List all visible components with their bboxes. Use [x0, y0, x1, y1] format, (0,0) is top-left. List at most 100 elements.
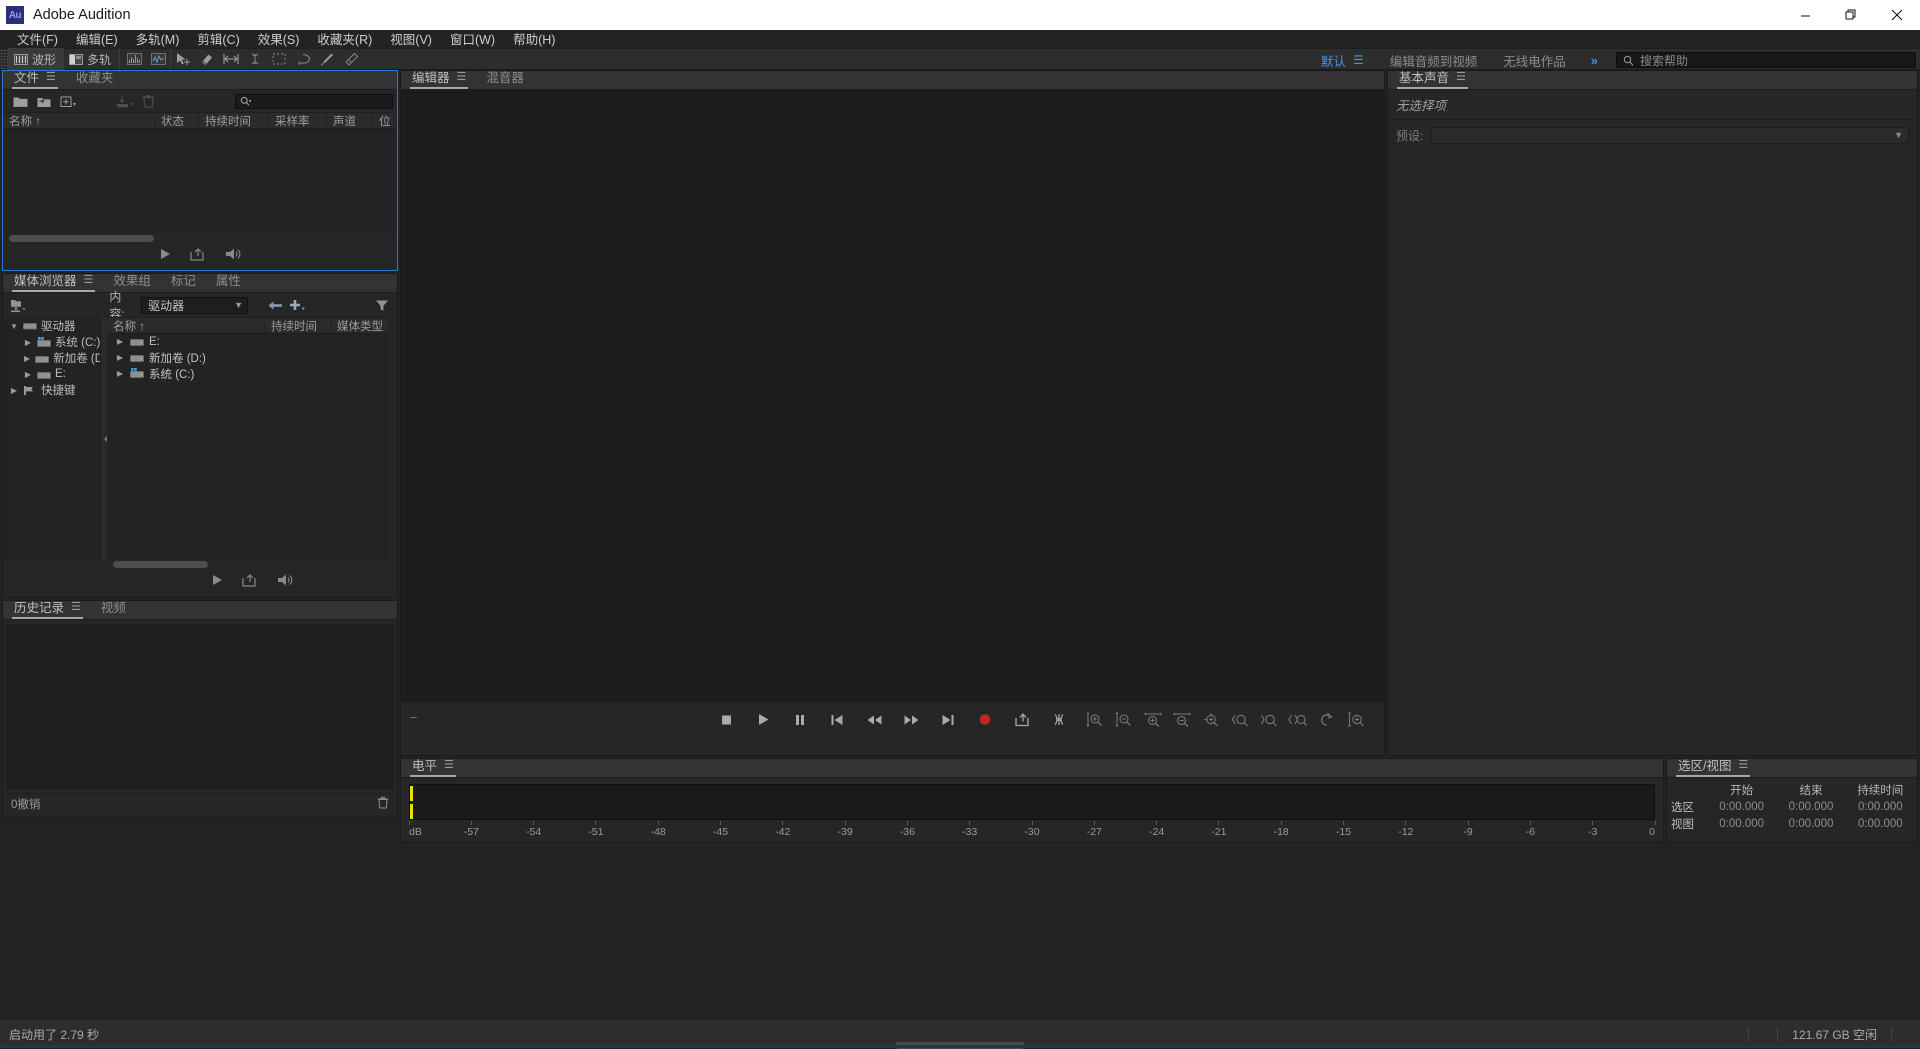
media-browser-list[interactable]: ▶E:▶新加卷 (D:)▶系统 (C:): [107, 334, 389, 560]
tree-item[interactable]: ▶系统 (C:): [3, 334, 100, 350]
zoom-in-at-in-point-icon[interactable]: [1229, 709, 1250, 730]
hamburger-icon[interactable]: ☰: [46, 70, 56, 83]
view-duration-field[interactable]: 0:00.000: [1846, 818, 1915, 830]
tab-essential-sound[interactable]: 基本声音 ☰: [1397, 67, 1468, 89]
auto-play-icon[interactable]: [223, 247, 241, 261]
zoom-in-time-icon[interactable]: [1142, 709, 1163, 730]
menu-edit[interactable]: 编辑(E): [67, 28, 127, 50]
import-file-icon[interactable]: [33, 91, 55, 111]
help-search-input[interactable]: 搜索帮助: [1616, 52, 1916, 68]
tab-markers[interactable]: 标记: [169, 270, 198, 292]
files-list[interactable]: [3, 129, 397, 234]
tree-item[interactable]: ▶快捷键: [3, 382, 100, 398]
trash-icon[interactable]: [377, 796, 389, 812]
toolbar-drag-handle[interactable]: [0, 49, 8, 69]
menu-view[interactable]: 视图(V): [381, 28, 441, 50]
chevron-right-icon[interactable]: ▶: [115, 353, 125, 362]
stop-button[interactable]: [715, 709, 737, 731]
paintbrush-selection-icon[interactable]: [315, 48, 339, 70]
skip-selection-button[interactable]: [1048, 709, 1070, 731]
time-selection-icon[interactable]: [219, 48, 243, 70]
list-item[interactable]: ▶系统 (C:): [107, 366, 389, 382]
tab-selection-view[interactable]: 选区/视图 ☰: [1676, 755, 1750, 777]
hamburger-icon[interactable]: ☰: [1456, 70, 1466, 83]
hamburger-icon[interactable]: ☰: [444, 758, 454, 771]
tab-favorites[interactable]: 收藏夹: [74, 67, 116, 89]
insert-into-multitrack-icon[interactable]: [242, 574, 256, 587]
back-arrow-icon[interactable]: [266, 295, 284, 315]
filter-icon[interactable]: [373, 295, 391, 315]
column-header-5[interactable]: 位: [373, 112, 397, 129]
lasso-selection-icon[interactable]: [291, 48, 315, 70]
add-shortcut-icon[interactable]: [288, 295, 306, 315]
hamburger-icon[interactable]: ☰: [1353, 53, 1364, 67]
clip-indicator[interactable]: [410, 786, 413, 818]
record-button[interactable]: [974, 709, 996, 731]
media-browser-tree[interactable]: ▼驱动器▶系统 (C:)▶新加卷 (D:)▶E:▶快捷键: [3, 317, 101, 560]
insert-into-multitrack-icon[interactable]: [113, 91, 135, 111]
play-button[interactable]: [752, 709, 774, 731]
spectral-pitch-icon[interactable]: [146, 48, 170, 70]
workspace-radio-production[interactable]: 无线电作品: [1490, 49, 1579, 71]
import-icon[interactable]: [9, 295, 27, 315]
chevron-double-right-icon[interactable]: »: [1579, 53, 1610, 68]
menu-effects[interactable]: 效果(S): [249, 28, 309, 50]
transport-collapse-handle[interactable]: [410, 717, 417, 718]
chevron-right-icon[interactable]: ▶: [9, 386, 19, 395]
menu-help[interactable]: 帮助(H): [504, 28, 564, 50]
auto-play-icon[interactable]: [275, 573, 293, 587]
minimize-icon[interactable]: [1782, 0, 1828, 30]
slip-tool-icon[interactable]: [195, 48, 219, 70]
tab-history[interactable]: 历史记录 ☰: [12, 597, 83, 619]
hamburger-icon[interactable]: ☰: [1738, 758, 1748, 771]
zoom-out-full-icon[interactable]: [1200, 709, 1221, 730]
loop-playback-button[interactable]: [1011, 709, 1033, 731]
tab-effects-rack[interactable]: 效果组: [111, 270, 153, 292]
marquee-selection-icon[interactable]: [267, 48, 291, 70]
chevron-right-icon[interactable]: ▶: [115, 369, 125, 378]
tab-levels[interactable]: 电平 ☰: [410, 755, 456, 777]
spectral-frequency-icon[interactable]: [122, 48, 146, 70]
zoom-to-selection-icon[interactable]: [1287, 709, 1308, 730]
tree-item[interactable]: ▶新加卷 (D:): [3, 350, 100, 366]
preset-dropdown[interactable]: ▼: [1431, 127, 1909, 144]
move-tool-icon[interactable]: [171, 48, 195, 70]
zoom-in-at-out-point-icon[interactable]: [1258, 709, 1279, 730]
column-header-3[interactable]: 采样率: [269, 112, 327, 129]
play-icon[interactable]: [160, 248, 171, 260]
menu-window[interactable]: 窗口(W): [441, 28, 504, 50]
column-header-2[interactable]: 媒体类型: [331, 317, 389, 334]
level-meter[interactable]: [409, 784, 1655, 820]
new-file-icon[interactable]: [57, 91, 79, 111]
maximize-icon[interactable]: [1828, 0, 1874, 30]
rewind-button[interactable]: [863, 709, 885, 731]
list-item[interactable]: ▶E:: [107, 334, 389, 350]
play-icon[interactable]: [212, 574, 223, 586]
workspace-default[interactable]: 默认 ☰: [1308, 49, 1377, 71]
media-browser-vertical-scrollbar[interactable]: [389, 317, 397, 560]
tab-files[interactable]: 文件 ☰: [12, 67, 58, 89]
skip-to-start-button[interactable]: [826, 709, 848, 731]
column-header-0[interactable]: 名称 ↑: [107, 317, 265, 334]
media-browser-column-headers[interactable]: 名称 ↑持续时间媒体类型: [107, 317, 389, 334]
chevron-right-icon[interactable]: ▶: [23, 370, 33, 379]
menu-multitrack[interactable]: 多轨(M): [127, 28, 189, 50]
zoom-out-amplitude-icon[interactable]: [1113, 709, 1134, 730]
editor-canvas[interactable]: [401, 90, 1384, 702]
tab-properties[interactable]: 属性: [214, 270, 243, 292]
hamburger-icon[interactable]: ☰: [84, 273, 94, 286]
razor-tool-icon[interactable]: [243, 48, 267, 70]
tree-item[interactable]: ▶E:: [3, 366, 100, 382]
media-browser-horizontal-scrollbar[interactable]: [107, 560, 397, 569]
chevron-right-icon[interactable]: ▶: [115, 337, 125, 346]
chevron-right-icon[interactable]: ▶: [23, 338, 33, 347]
tab-editor[interactable]: 编辑器 ☰: [410, 67, 468, 89]
selection-end-field[interactable]: 0:00.000: [1776, 801, 1845, 813]
tab-video[interactable]: 视频: [99, 597, 128, 619]
zoom-in-amplitude-icon[interactable]: [1084, 709, 1105, 730]
close-icon[interactable]: [1874, 0, 1920, 30]
tree-item[interactable]: ▼驱动器: [3, 318, 100, 334]
history-list[interactable]: [7, 624, 393, 789]
chevron-down-icon[interactable]: ▼: [9, 322, 19, 331]
files-column-headers[interactable]: 名称 ↑状态持续时间采样率声道位: [3, 112, 397, 129]
